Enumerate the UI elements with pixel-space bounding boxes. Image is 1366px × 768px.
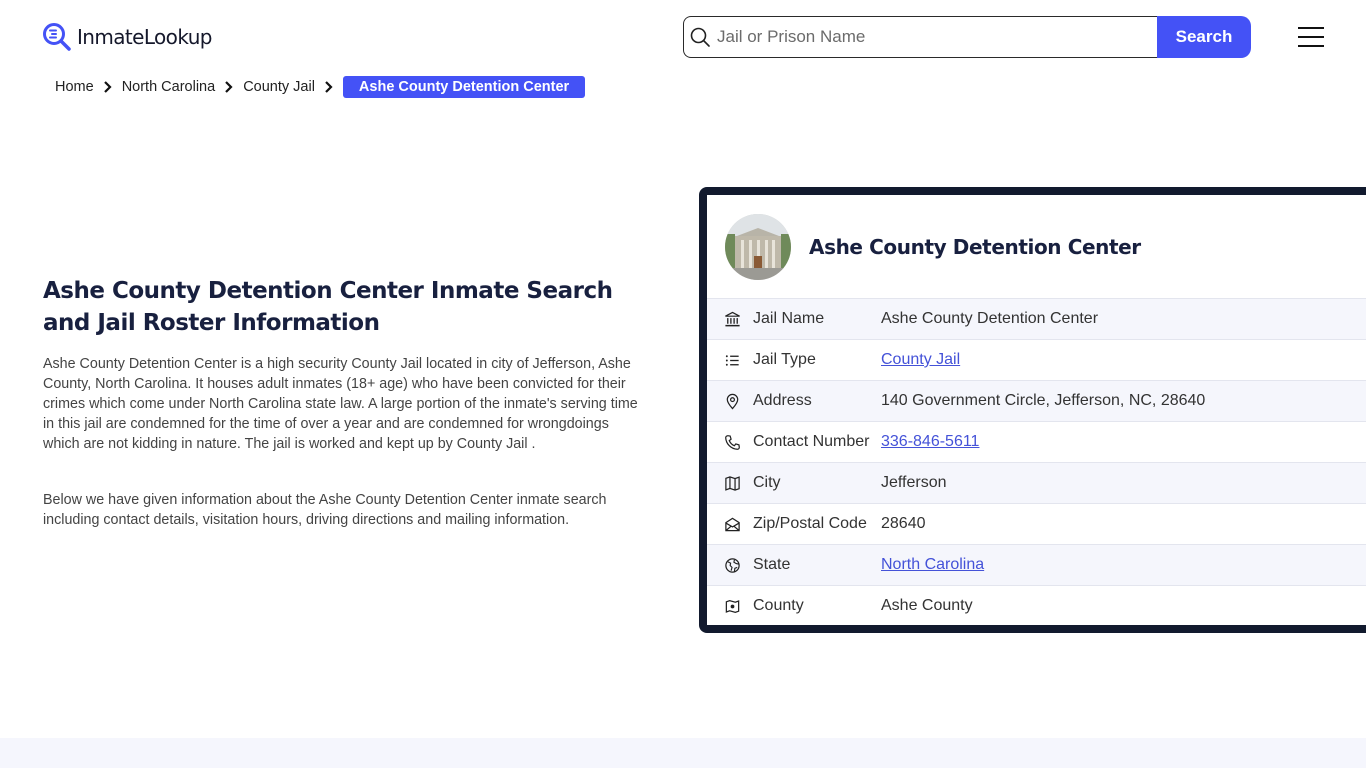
row-label: State — [753, 556, 791, 573]
location-pin-icon — [723, 392, 741, 410]
row-value: Jefferson — [881, 474, 947, 491]
list-icon — [723, 351, 741, 369]
map-icon — [723, 474, 741, 492]
facility-photo — [725, 213, 791, 280]
search-box — [683, 16, 1157, 58]
phone-icon — [723, 433, 741, 451]
facility-card: Ashe County Detention Center Jail Name A… — [699, 187, 1366, 633]
map-marker-icon — [723, 597, 741, 615]
description-paragraph: Ashe County Detention Center is a high s… — [43, 356, 638, 452]
chevron-right-icon — [103, 81, 112, 93]
row-label: County — [753, 597, 804, 614]
info-row-state: State North Carolina — [707, 544, 1366, 585]
info-row-jail-name: Jail Name Ashe County Detention Center — [707, 298, 1366, 339]
breadcrumb: Home North Carolina County Jail Ashe Cou… — [55, 76, 586, 98]
logo-text: InmateLookup — [77, 25, 212, 49]
card-title: Ashe County Detention Center — [809, 234, 1141, 259]
breadcrumb-home[interactable]: Home — [55, 79, 94, 95]
search-icon — [690, 27, 710, 47]
building-icon — [723, 310, 741, 328]
info-row-city: City Jefferson — [707, 462, 1366, 503]
search-bar: Search — [683, 16, 1251, 58]
breadcrumb-jail-type[interactable]: County Jail — [243, 79, 315, 95]
info-row-address: Address 140 Government Circle, Jefferson… — [707, 380, 1366, 421]
search-button[interactable]: Search — [1157, 16, 1251, 58]
info-paragraph: Below we have given information about th… — [43, 492, 607, 528]
info-row-zip: Zip/Postal Code 28640 — [707, 503, 1366, 544]
search-input[interactable] — [711, 27, 1157, 47]
jail-type-link[interactable]: County Jail — [881, 351, 960, 368]
row-label: Contact Number — [753, 433, 870, 450]
phone-link[interactable]: 336-846-5611 — [881, 433, 979, 450]
row-value: 28640 — [881, 515, 926, 532]
hamburger-icon[interactable] — [1298, 27, 1324, 47]
site-logo[interactable]: InmateLookup — [42, 22, 212, 52]
page-title: Ashe County Detention Center Inmate Sear… — [43, 278, 613, 336]
footer-band — [0, 738, 1366, 768]
info-row-contact: Contact Number 336-846-5611 — [707, 421, 1366, 462]
row-value: Ashe County Detention Center — [881, 310, 1099, 327]
row-value: 140 Government Circle, Jefferson, NC, 28… — [881, 392, 1206, 409]
row-label: Zip/Postal Code — [753, 515, 867, 532]
card-header: Ashe County Detention Center — [707, 195, 1366, 298]
breadcrumb-current: Ashe County Detention Center — [342, 76, 586, 98]
info-row-county: County Ashe County — [707, 585, 1366, 626]
logo-magnifier-icon — [43, 23, 71, 51]
state-link[interactable]: North Carolina — [881, 556, 984, 573]
row-label: Jail Name — [753, 310, 825, 327]
facility-card-body: Ashe County Detention Center Jail Name A… — [707, 195, 1366, 625]
envelope-icon — [723, 515, 741, 533]
row-label: Jail Type — [753, 351, 816, 368]
row-label: City — [753, 474, 781, 491]
chevron-right-icon — [225, 81, 233, 93]
chevron-right-icon — [325, 81, 333, 93]
row-label: Address — [753, 392, 812, 409]
row-value: Ashe County — [881, 597, 973, 614]
breadcrumb-state[interactable]: North Carolina — [122, 79, 216, 95]
info-row-jail-type: Jail Type County Jail — [707, 339, 1366, 380]
globe-icon — [723, 556, 741, 574]
